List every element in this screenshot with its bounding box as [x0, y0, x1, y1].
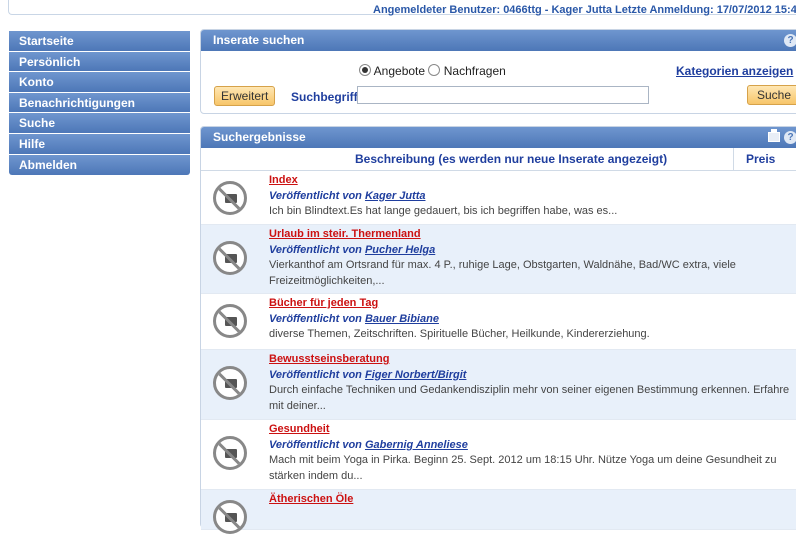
- print-icon[interactable]: [768, 129, 780, 142]
- no-image-icon: [213, 436, 247, 470]
- results-panel-header: Suchergebnisse ?: [201, 127, 796, 148]
- result-title[interactable]: Bewusstseinsberatung: [269, 352, 791, 368]
- radio-requests-label: Nachfragen: [443, 64, 506, 78]
- advanced-button[interactable]: Erweitert: [214, 86, 276, 106]
- sidebar-item-konto[interactable]: Konto: [9, 72, 190, 93]
- result-author[interactable]: Pucher Helga: [365, 244, 435, 256]
- no-image-icon: [213, 304, 247, 338]
- sidebar-item-abmelden[interactable]: Abmelden: [9, 154, 190, 176]
- question-icon[interactable]: ?: [784, 34, 796, 47]
- result-author[interactable]: Kager Jutta: [365, 190, 426, 202]
- result-title[interactable]: Index: [269, 173, 791, 189]
- result-row[interactable]: Ätherischen Öle: [201, 490, 796, 534]
- results-panel-title: Suchergebnisse: [213, 130, 306, 144]
- no-image-icon: [213, 366, 247, 400]
- search-panel: Inserate suchen ? Angebote Nachfragen Ka…: [200, 29, 796, 114]
- result-description: Ich bin Blindtext.Es hat lange gedauert,…: [269, 205, 618, 217]
- sidebar-item-persoenlich[interactable]: Persönlich: [9, 51, 190, 73]
- result-publisher: Veröffentlicht von Bauer Bibiane: [269, 312, 439, 325]
- result-description: Mach mit beim Yoga in Pirka. Beginn 25. …: [269, 454, 777, 482]
- result-description: diverse Themen, Zeitschriften. Spirituel…: [269, 328, 650, 340]
- search-label: Suchbegriff: [291, 90, 358, 104]
- offer-type-radio-group: Angebote Nachfragen: [359, 64, 506, 78]
- result-author[interactable]: Figer Norbert/Birgit: [365, 369, 466, 381]
- top-info-bar: Angemeldeter Benutzer: 0466ttg - Kager J…: [8, 0, 796, 16]
- sidebar-item-startseite[interactable]: Startseite: [9, 31, 190, 52]
- result-title[interactable]: Bücher für jeden Tag: [269, 296, 791, 312]
- no-image-icon: [213, 181, 247, 215]
- results-panel: Suchergebnisse ? Beschreibung (es werden…: [200, 126, 796, 534]
- result-description: Durch einfache Techniken und Gedankendis…: [269, 384, 790, 412]
- radio-offers[interactable]: [359, 64, 371, 76]
- result-row[interactable]: Bücher für jeden Tag Veröffentlicht von …: [201, 294, 796, 350]
- sidebar-nav: Startseite Persönlich Konto Benachrichti…: [9, 31, 190, 176]
- result-publisher: Veröffentlicht von Gabernig Anneliese: [269, 438, 468, 451]
- column-price: Preis: [733, 148, 775, 170]
- result-author[interactable]: Gabernig Anneliese: [365, 439, 468, 451]
- result-row[interactable]: Bewusstseinsberatung Veröffentlicht von …: [201, 350, 796, 420]
- result-title[interactable]: Urlaub im steir. Thermenland: [269, 227, 791, 243]
- results-table-header: Beschreibung (es werden nur neue Inserat…: [201, 148, 796, 171]
- sidebar-item-benachrichtigungen[interactable]: Benachrichtigungen: [9, 92, 190, 114]
- result-publisher: Veröffentlicht von Pucher Helga: [269, 243, 436, 256]
- sidebar-item-suche[interactable]: Suche: [9, 113, 190, 134]
- categories-link[interactable]: Kategorien anzeigen: [676, 64, 793, 78]
- no-image-icon: [213, 500, 247, 534]
- result-title[interactable]: Ätherischen Öle: [269, 492, 791, 508]
- search-button[interactable]: Suche: [747, 85, 796, 105]
- search-input[interactable]: [357, 86, 649, 104]
- radio-requests[interactable]: [428, 64, 441, 76]
- no-image-icon: [213, 241, 247, 275]
- result-publisher: Veröffentlicht von Kager Jutta: [269, 189, 426, 202]
- result-row[interactable]: Index Veröffentlicht von Kager Jutta Ich…: [201, 171, 796, 225]
- column-description: Beschreibung (es werden nur neue Inserat…: [355, 152, 668, 166]
- question-icon[interactable]: ?: [784, 131, 796, 144]
- search-panel-title: Inserate suchen: [213, 33, 305, 47]
- result-title[interactable]: Gesundheit: [269, 422, 791, 438]
- result-row[interactable]: Urlaub im steir. Thermenland Veröffentli…: [201, 225, 796, 294]
- result-author[interactable]: Bauer Bibiane: [365, 313, 439, 325]
- radio-offers-label: Angebote: [373, 64, 426, 78]
- result-description: Vierkanthof am Ortsrand für max. 4 P., r…: [269, 259, 736, 287]
- result-publisher: Veröffentlicht von Figer Norbert/Birgit: [269, 368, 467, 381]
- login-info: Angemeldeter Benutzer: 0466ttg - Kager J…: [373, 4, 796, 16]
- search-panel-header: Inserate suchen ?: [201, 30, 796, 51]
- sidebar-item-hilfe[interactable]: Hilfe: [9, 133, 190, 155]
- result-row[interactable]: Gesundheit Veröffentlicht von Gabernig A…: [201, 420, 796, 490]
